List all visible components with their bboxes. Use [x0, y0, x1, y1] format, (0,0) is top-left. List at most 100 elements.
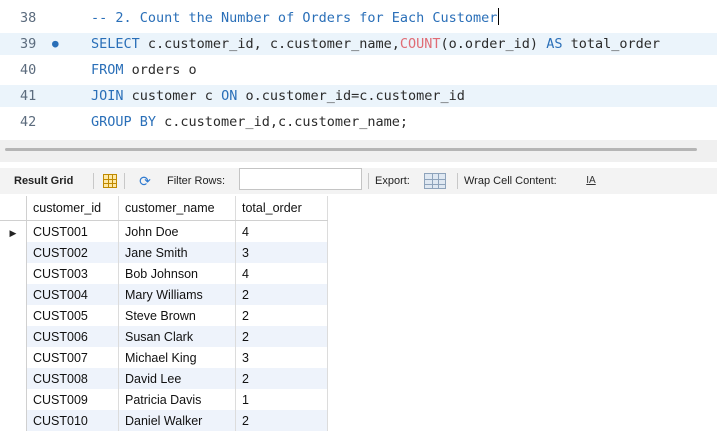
table-row[interactable]: CUST008 David Lee 2 [0, 368, 328, 389]
filter-rows-input[interactable] [239, 168, 362, 190]
line-number: 38 [20, 10, 37, 26]
column-header-customer-name[interactable]: customer_name [118, 196, 236, 221]
filter-rows-label: Filter Rows: [167, 175, 226, 187]
row-indicator[interactable] [0, 410, 27, 431]
scrollbar-thumb[interactable] [5, 148, 697, 151]
cell-customer-name[interactable]: David Lee [118, 368, 236, 389]
refresh-icon[interactable]: ⟳ [137, 173, 153, 189]
row-indicator[interactable]: ▶ [0, 220, 27, 242]
sql-text: c.customer_id, c.customer_name, [139, 36, 400, 52]
cell-total-order[interactable]: 4 [235, 220, 328, 242]
cell-customer-name[interactable]: John Doe [118, 220, 236, 242]
current-row-arrow-icon: ▶ [9, 227, 17, 238]
cell-customer-id[interactable]: CUST007 [26, 347, 119, 368]
cell-customer-name[interactable]: Jane Smith [118, 242, 236, 263]
cell-customer-id[interactable]: CUST002 [26, 242, 119, 263]
table-row[interactable]: CUST009 Patricia Davis 1 [0, 389, 328, 410]
wrap-cell-content-label: Wrap Cell Content: [464, 175, 557, 187]
cell-total-order[interactable]: 2 [235, 284, 328, 305]
cell-total-order[interactable]: 4 [235, 263, 328, 284]
row-indicator[interactable] [0, 263, 27, 284]
sql-text: total_order [562, 36, 660, 52]
table-row[interactable]: CUST003 Bob Johnson 4 [0, 263, 328, 284]
code-text: JOIN customer c ON o.customer_id=c.custo… [91, 85, 465, 107]
text-caret [498, 8, 500, 25]
sql-comment: -- 2. Count the Number of Orders for Eac… [91, 10, 498, 26]
column-header-customer-id[interactable]: customer_id [26, 196, 119, 221]
export-icon[interactable] [424, 173, 446, 189]
line-number: 40 [20, 62, 37, 78]
cell-customer-id[interactable]: CUST001 [26, 220, 119, 242]
wrap-icon[interactable]: IA [584, 174, 598, 188]
row-indicator[interactable] [0, 368, 27, 389]
editor-horizontal-scrollbar[interactable] [0, 140, 717, 162]
editor-line[interactable]: 39 ● SELECT c.customer_id, c.customer_name… [0, 33, 717, 55]
column-header-total-order[interactable]: total_order [235, 196, 328, 221]
cell-customer-name[interactable]: Patricia Davis [118, 389, 236, 410]
cell-customer-name[interactable]: Daniel Walker [118, 410, 236, 431]
cell-customer-id[interactable]: CUST005 [26, 305, 119, 326]
table-row[interactable]: ▶ CUST001 John Doe 4 [0, 220, 328, 242]
code-text: SELECT c.customer_id, c.customer_name,CO… [91, 33, 660, 55]
row-indicator[interactable] [0, 326, 27, 347]
editor-line[interactable]: 40 FROM orders o [0, 59, 717, 81]
row-indicator[interactable] [0, 242, 27, 263]
sql-text: orders o [123, 62, 197, 78]
cell-total-order[interactable]: 1 [235, 389, 328, 410]
table-row[interactable]: CUST005 Steve Brown 2 [0, 305, 328, 326]
result-grid-tab[interactable]: Result Grid [14, 168, 73, 194]
row-indicator[interactable] [0, 284, 27, 305]
code-text: GROUP BY c.customer_id,c.customer_name; [91, 111, 408, 133]
cell-customer-name[interactable]: Susan Clark [118, 326, 236, 347]
sql-function: COUNT [399, 36, 441, 52]
row-indicator[interactable] [0, 305, 27, 326]
sql-keyword: FROM [91, 62, 124, 78]
editor-line[interactable]: 42 GROUP BY c.customer_id,c.customer_name… [0, 111, 717, 133]
sql-keyword: AS [546, 36, 563, 52]
cell-total-order[interactable]: 2 [235, 410, 328, 431]
sql-keyword: GROUP BY [91, 114, 157, 130]
cell-total-order[interactable]: 3 [235, 242, 328, 263]
code-text: FROM orders o [91, 59, 197, 81]
toolbar-separator [457, 173, 458, 189]
cell-customer-id[interactable]: CUST006 [26, 326, 119, 347]
line-number: 41 [20, 88, 37, 104]
cell-total-order[interactable]: 2 [235, 305, 328, 326]
cell-customer-name[interactable]: Bob Johnson [118, 263, 236, 284]
table-row[interactable]: CUST002 Jane Smith 3 [0, 242, 328, 263]
editor-line[interactable]: 41 JOIN customer c ON o.customer_id=c.cus… [0, 85, 717, 107]
sql-keyword: JOIN [91, 88, 124, 104]
row-indicator[interactable] [0, 347, 27, 368]
sql-editor[interactable]: 38 -- 2. Count the Number of Orders for E… [0, 0, 717, 140]
cell-customer-id[interactable]: CUST004 [26, 284, 119, 305]
cell-customer-id[interactable]: CUST009 [26, 389, 119, 410]
sql-text: customer c [123, 88, 222, 104]
grid-icon[interactable] [103, 174, 117, 188]
table-row[interactable]: CUST004 Mary Williams 2 [0, 284, 328, 305]
cell-total-order[interactable]: 3 [235, 347, 328, 368]
table-row[interactable]: CUST007 Michael King 3 [0, 347, 328, 368]
sql-text: c.customer_id,c.customer_name; [156, 114, 408, 130]
row-indicator-header [0, 196, 27, 221]
line-number: 39 [20, 36, 37, 52]
sql-keyword: SELECT [91, 36, 140, 52]
cell-customer-id[interactable]: CUST003 [26, 263, 119, 284]
sql-text: o.customer_id=c.customer_id [237, 88, 465, 104]
editor-line[interactable]: 38 -- 2. Count the Number of Orders for E… [0, 7, 717, 29]
toolbar-separator [368, 173, 369, 189]
cell-total-order[interactable]: 2 [235, 368, 328, 389]
code-text: -- 2. Count the Number of Orders for Eac… [91, 7, 500, 29]
sql-text: (o.order_id) [440, 36, 547, 52]
cell-customer-id[interactable]: CUST008 [26, 368, 119, 389]
row-indicator[interactable] [0, 389, 27, 410]
table-row[interactable]: CUST010 Daniel Walker 2 [0, 410, 328, 431]
cell-total-order[interactable]: 2 [235, 326, 328, 347]
grid-header-row: customer_id customer_name total_order [0, 196, 328, 221]
cell-customer-name[interactable]: Steve Brown [118, 305, 236, 326]
cell-customer-id[interactable]: CUST010 [26, 410, 119, 431]
line-number: 42 [20, 114, 37, 130]
cell-customer-name[interactable]: Mary Williams [118, 284, 236, 305]
toolbar-separator [93, 173, 94, 189]
table-row[interactable]: CUST006 Susan Clark 2 [0, 326, 328, 347]
cell-customer-name[interactable]: Michael King [118, 347, 236, 368]
